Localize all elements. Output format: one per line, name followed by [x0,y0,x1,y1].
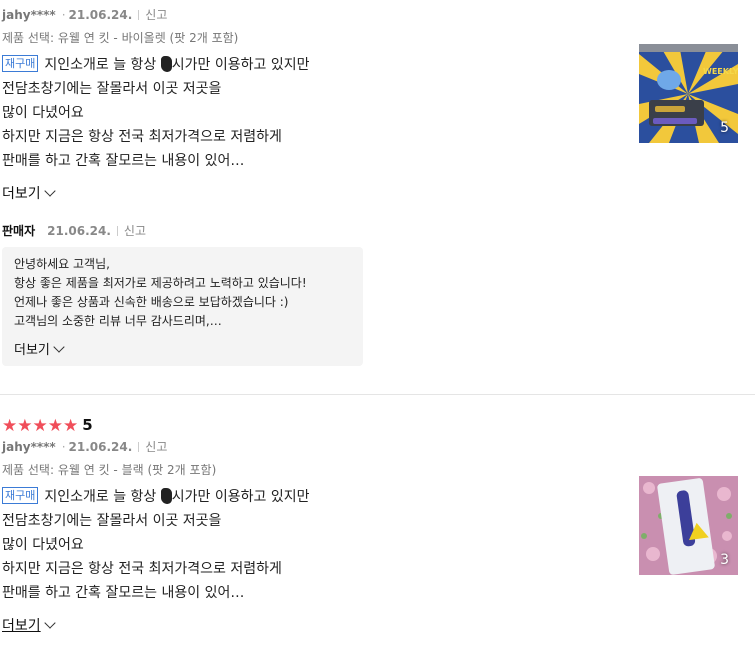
photo-count: 5 [720,120,729,136]
reply-show-more-button[interactable]: 더보기 [14,339,65,358]
stars: ★★★★★ [2,416,78,435]
report-link[interactable]: 신고 [145,8,167,22]
reply-line: 고객님의 소중한 리뷰 너무 감사드리며,… [14,314,222,328]
repurchase-badge: 재구매 [2,55,39,72]
meta-divider [138,442,140,452]
review-photo-thumbnail[interactable]: WEEKLY FANS EVENT 5 [639,44,738,143]
review-line: 판매를 하고 간혹 잘모르는 내용이 있어… [2,585,245,601]
report-link[interactable]: 신고 [145,440,167,454]
censor-smudge [160,56,172,72]
meta-separator-dot: · [61,8,66,22]
review-line: 전담초창기에는 잘몰라서 이곳 저곳을 [2,513,222,529]
review-meta: jahy**** · 21.06.24. 신고 [2,438,167,455]
seller-reply-box: 안녕하세요 고객님, 항상 좋은 제품을 최저가로 제공하려고 노력하고 있습니… [2,247,363,366]
review-line: 재구매 지인소개로 늘 항상 시가만 이용하고 있지만 [2,53,602,77]
review-text: 지인소개로 늘 항상 [44,489,161,505]
review-line: 하지만 지금은 항상 전국 최저가격으로 저렴하게 [2,129,282,145]
review-line: 판매를 하고 간혹 잘모르는 내용이 있어… [2,153,245,169]
censor-smudge [160,488,172,504]
photo-banner-text: WEEKLY FANS EVENT [703,67,738,76]
show-more-button[interactable]: 더보기 [2,183,56,203]
photo-count: 3 [720,552,729,568]
review-line: 재구매 지인소개로 늘 항상 시가만 이용하고 있지만 [2,485,602,509]
review-line: 전담초창기에는 잘몰라서 이곳 저곳을 [2,81,222,97]
star-icon: ★ [63,416,79,436]
review-text: 시가만 이용하고 있지만 [171,489,310,505]
meta-divider [116,226,118,236]
star-icon: ★ [47,416,63,436]
reviewer-id: jahy**** [2,8,56,22]
chevron-down-icon [53,341,65,353]
reply-line: 안녕하세요 고객님, [14,257,110,271]
repurchase-badge: 재구매 [2,487,39,504]
star-icon: ★ [32,416,48,436]
seller-reply-header: 판매자 21.06.24. 신고 [2,222,146,239]
product-option: 제품 선택: 유웰 연 킷 - 블랙 (팟 2개 포함) [2,463,217,477]
product-option: 제품 선택: 유웰 연 킷 - 바이올렛 (팟 2개 포함) [2,31,239,45]
review-line: 많이 다녔어요 [2,105,84,121]
review-photo-thumbnail[interactable]: 3 [639,476,738,575]
reply-text: 안녕하세요 고객님, 항상 좋은 제품을 최저가로 제공하려고 노력하고 있습니… [14,255,307,331]
rating-score: 5 [82,416,93,434]
meta-separator-dot: · [61,440,66,454]
show-more-label: 더보기 [14,343,50,358]
review-text: 지인소개로 늘 항상 [44,57,161,73]
review-meta: jahy**** · 21.06.24. 신고 [2,6,167,23]
review-date: 21.06.24. [68,8,133,22]
review-line: 많이 다녔어요 [2,537,84,553]
show-more-button[interactable]: 더보기 [2,615,56,635]
review-date: 21.06.24. [68,440,133,454]
report-link[interactable]: 신고 [124,224,146,238]
review-line: 하지만 지금은 항상 전국 최저가격으로 저렴하게 [2,561,282,577]
chevron-down-icon [43,617,56,629]
star-icon: ★ [2,416,18,436]
meta-divider [138,10,140,20]
star-icon: ★ [17,416,33,436]
review-body: 재구매 지인소개로 늘 항상 시가만 이용하고 있지만 전담초창기에는 잘몰라서 … [2,53,602,173]
show-more-label: 더보기 [2,186,41,202]
reply-line: 항상 좋은 제품을 최저가로 제공하려고 노력하고 있습니다! [14,276,307,290]
reply-date: 21.06.24. [47,224,111,238]
seller-label: 판매자 [2,224,36,238]
review-body: 재구매 지인소개로 늘 항상 시가만 이용하고 있지만 전담초창기에는 잘몰라서 … [2,485,602,605]
star-rating: ★★★★★ 5 [2,416,93,435]
review-text: 시가만 이용하고 있지만 [171,57,310,73]
show-more-label: 더보기 [2,618,41,634]
reply-line: 언제나 좋은 상품과 신속한 배송으로 보답하겠습니다 :) [14,295,289,309]
reviewer-id: jahy**** [2,440,56,454]
review-divider [0,394,755,395]
chevron-down-icon [43,185,56,197]
